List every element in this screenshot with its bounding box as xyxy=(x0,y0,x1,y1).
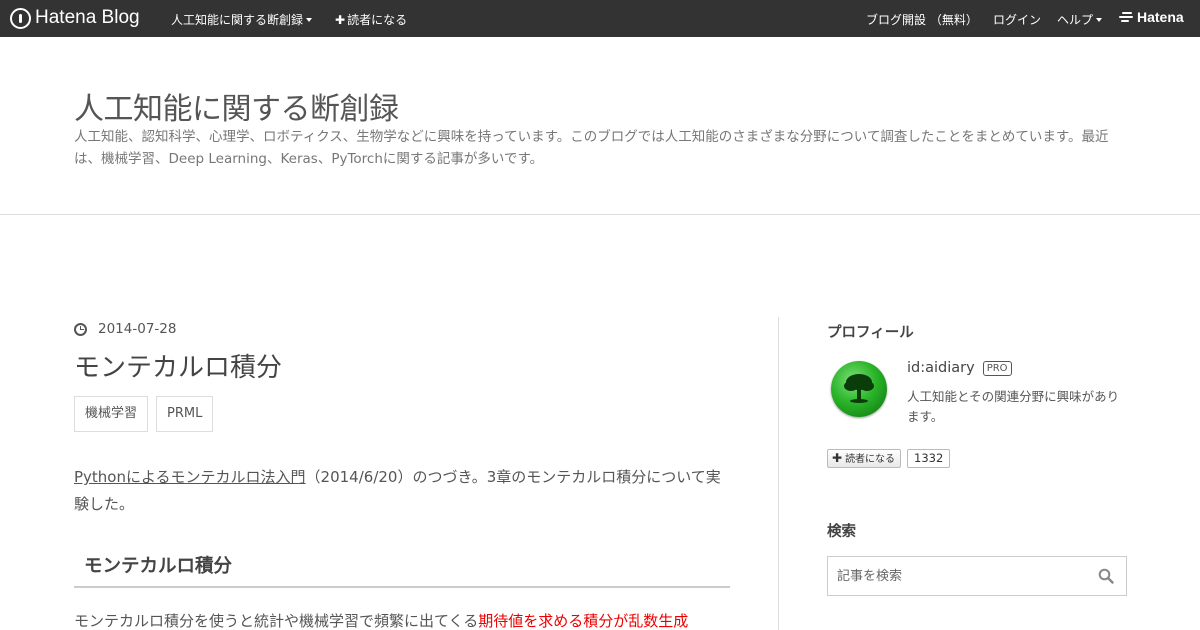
plus-icon: ✚ xyxy=(832,451,843,465)
post-intro: Pythonによるモンテカルロ法入門（2014/6/20）のつづき。3章のモンテ… xyxy=(74,464,734,518)
help-label: ヘルプ xyxy=(1057,13,1094,27)
login-link[interactable]: ログイン xyxy=(993,11,1041,28)
pro-badge: PRO xyxy=(982,360,1012,376)
avatar[interactable] xyxy=(831,361,887,417)
subscribe-button[interactable]: ✚ 読者になる xyxy=(827,449,902,468)
subscribe-button-label: 読者になる xyxy=(845,454,896,465)
open-blog-link[interactable]: ブログ開設 （無料） xyxy=(866,11,978,28)
subscribe-label: 読者になる xyxy=(347,13,408,27)
hatena-blog-logo-icon xyxy=(10,7,31,29)
post-title[interactable]: モンテカルロ積分 xyxy=(74,347,282,384)
category-tag[interactable]: PRML xyxy=(156,396,214,432)
header-divider xyxy=(0,214,1200,215)
post-date[interactable]: 2014-07-28 xyxy=(74,321,176,337)
chevron-down-icon xyxy=(1096,17,1103,22)
intro-link[interactable]: Pythonによるモンテカルロ法入門 xyxy=(74,468,306,486)
hatena-logo[interactable]: Hatena xyxy=(1119,9,1184,25)
profile-id-text: id:aidiary xyxy=(907,360,975,376)
blog-menu-label: 人工知能に関する断創録 xyxy=(171,13,304,27)
post-date-text: 2014-07-28 xyxy=(98,321,177,337)
column-divider xyxy=(778,317,779,630)
search-form xyxy=(827,556,1127,596)
clock-icon xyxy=(74,322,87,336)
blog-menu-dropdown[interactable]: 人工知能に関する断創録 xyxy=(171,11,313,28)
profile-description: 人工知能とその関連分野に興味があります。 xyxy=(907,389,1120,424)
subscribe-link[interactable]: ✚ 読者になる xyxy=(335,11,407,28)
section-heading: モンテカルロ積分 xyxy=(74,549,730,588)
chevron-down-icon xyxy=(306,17,313,22)
blog-title[interactable]: 人工知能に関する断創録 xyxy=(74,84,399,128)
profile-heading: プロフィール xyxy=(827,325,914,341)
global-header: Hatena Blog 人工知能に関する断創録 ✚ 読者になる ブログ開設 （無料… xyxy=(0,0,1200,37)
hatena-blog-logo-text: Hatena Blog xyxy=(35,7,140,28)
tree-icon xyxy=(844,374,874,403)
subscriber-count: 1332 xyxy=(907,449,951,468)
category-tag[interactable]: 機械学習 xyxy=(74,396,149,432)
paragraph-highlight: 期待値を求める積分が乱数生成 xyxy=(478,612,689,630)
hatena-blog-logo[interactable]: Hatena Blog xyxy=(10,6,140,30)
search-input[interactable] xyxy=(828,557,1083,595)
profile-id[interactable]: id:aidiary PRO xyxy=(907,360,1012,376)
paragraph-text: モンテカルロ積分を使うと統計や機械学習で頻繁に出てくる xyxy=(74,612,479,630)
help-dropdown[interactable]: ヘルプ xyxy=(1057,11,1103,28)
post-paragraph: モンテカルロ積分を使うと統計や機械学習で頻繁に出てくる期待値を求める積分が乱数生… xyxy=(74,608,774,630)
plus-icon: ✚ xyxy=(335,13,346,27)
hatena-logo-text: Hatena xyxy=(1137,9,1184,25)
hatena-wave-icon xyxy=(1119,11,1133,23)
blog-description: 人工知能、認知科学、心理学、ロボティクス、生物学などに興味を持っています。このブ… xyxy=(74,129,1109,167)
search-icon[interactable] xyxy=(1098,568,1114,584)
search-heading: 検索 xyxy=(827,524,856,540)
